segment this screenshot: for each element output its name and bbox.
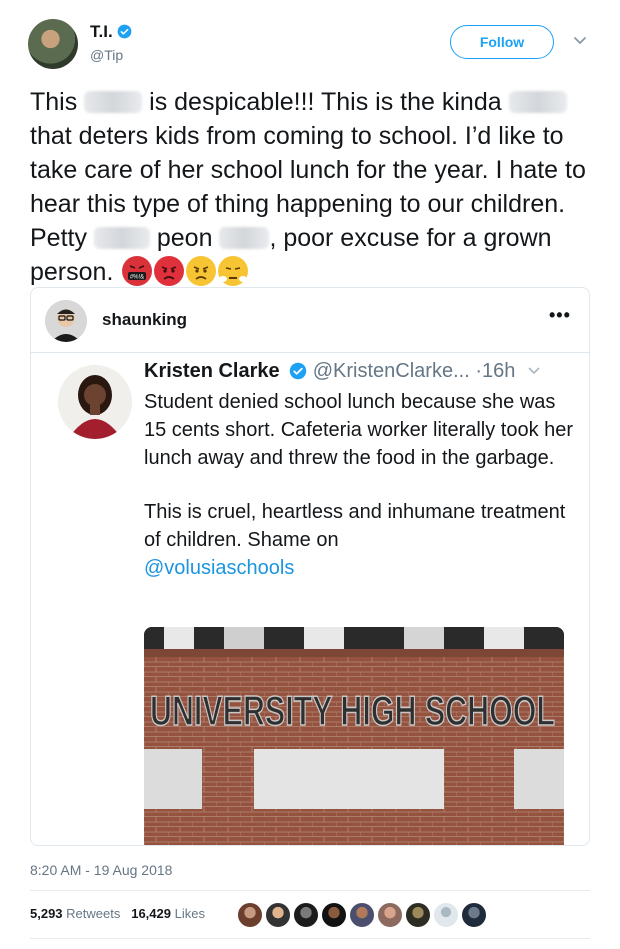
follow-button[interactable]: Follow bbox=[450, 25, 554, 59]
tweet-text-segment: This bbox=[30, 88, 85, 116]
tweet-text-segment: peon bbox=[149, 224, 220, 252]
author-handle[interactable]: @Tip bbox=[90, 47, 123, 63]
author-avatar[interactable] bbox=[28, 19, 78, 69]
censored-word bbox=[219, 227, 270, 249]
school-building-photo[interactable]: UNIVERSITY HIGH SCHOOL bbox=[144, 627, 564, 845]
liker-avatar[interactable] bbox=[321, 902, 347, 928]
school-sign-text: UNIVERSITY HIGH SCHOOL bbox=[150, 687, 555, 734]
verified-badge-icon bbox=[289, 362, 307, 380]
quoted-text-paragraph-2: This is cruel, heartless and inhumane tr… bbox=[144, 501, 566, 551]
liker-avatar[interactable] bbox=[377, 902, 403, 928]
quoted-tweet-card[interactable]: shaunking ••• Kristen Clarke @KristenCla… bbox=[30, 287, 590, 846]
face-with-steam-emoji-icon bbox=[218, 256, 249, 286]
retweets-stat[interactable]: 5,293 Retweets bbox=[30, 906, 120, 921]
pouting-face-emoji-icon bbox=[154, 256, 185, 286]
chevron-down-icon[interactable] bbox=[573, 36, 587, 46]
more-options-icon[interactable]: ••• bbox=[549, 305, 571, 326]
quoted-tweet-text: Student denied school lunch because she … bbox=[144, 388, 574, 582]
angry-face-emoji-icon bbox=[186, 256, 217, 286]
liker-avatar[interactable] bbox=[433, 902, 459, 928]
liker-avatar[interactable] bbox=[293, 902, 319, 928]
mention-link[interactable]: @volusiaschools bbox=[144, 554, 574, 582]
tweet-text: This is despicable!!! This is the kinda … bbox=[30, 85, 600, 289]
retweeter-name[interactable]: shaunking bbox=[102, 310, 187, 330]
liker-avatar[interactable] bbox=[461, 902, 487, 928]
likes-label: Likes bbox=[174, 906, 205, 921]
quoted-text-paragraph-1: Student denied school lunch because she … bbox=[144, 391, 574, 469]
author-name-text: T.I. bbox=[90, 22, 113, 41]
retweeter-avatar[interactable] bbox=[45, 300, 87, 342]
likes-count: 16,429 bbox=[131, 906, 171, 921]
liker-avatars bbox=[237, 902, 489, 928]
liker-avatar[interactable] bbox=[237, 902, 263, 928]
censored-word bbox=[93, 227, 150, 249]
quoted-author-name[interactable]: Kristen Clarke bbox=[144, 360, 280, 382]
engagement-stats: 5,293 Retweets 16,429 Likes bbox=[30, 906, 205, 921]
quoted-author-line: Kristen Clarke @KristenClarke... ·16h bbox=[144, 360, 541, 383]
liker-avatar[interactable] bbox=[349, 902, 375, 928]
liker-avatar[interactable] bbox=[405, 902, 431, 928]
retweets-label: Retweets bbox=[66, 906, 121, 921]
author-name[interactable]: T.I. bbox=[90, 22, 132, 42]
liker-avatar[interactable] bbox=[265, 902, 291, 928]
censored-word bbox=[508, 91, 567, 113]
quoted-author-avatar[interactable] bbox=[58, 365, 132, 439]
cursing-face-emoji-icon: #%!& bbox=[122, 256, 153, 286]
verified-badge-icon bbox=[117, 24, 132, 39]
likes-stat[interactable]: 16,429 Likes bbox=[131, 906, 205, 921]
divider bbox=[30, 938, 590, 939]
retweets-count: 5,293 bbox=[30, 906, 63, 921]
divider bbox=[31, 352, 589, 353]
tweet-timestamp[interactable]: 8:20 AM - 19 Aug 2018 bbox=[30, 862, 172, 878]
divider bbox=[30, 890, 590, 891]
quoted-author-handle-time[interactable]: @KristenClarke... ·16h bbox=[313, 360, 516, 382]
censored-word bbox=[84, 91, 143, 113]
tweet-text-segment: is despicable!!! This is the kinda bbox=[142, 88, 509, 116]
chevron-down-icon[interactable] bbox=[527, 366, 541, 376]
svg-text:#%!&: #%!& bbox=[130, 275, 144, 281]
